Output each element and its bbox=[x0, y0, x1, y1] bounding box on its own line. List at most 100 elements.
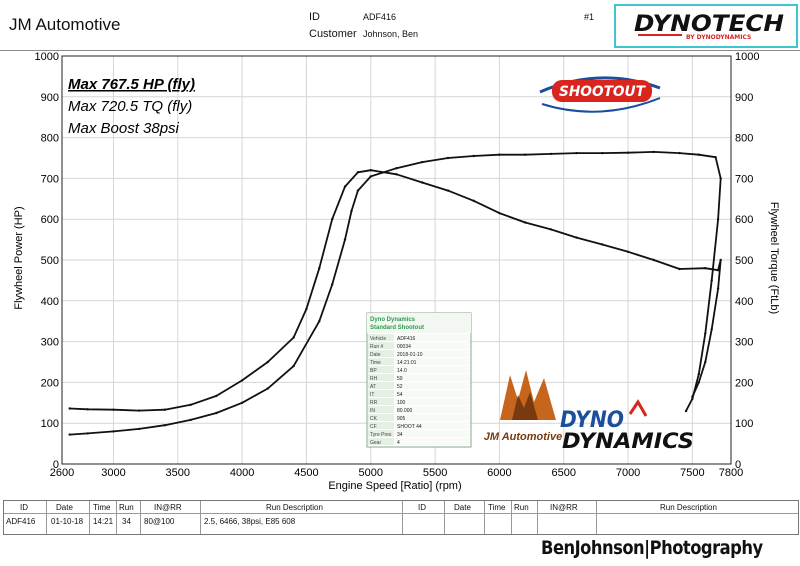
right-y-tick-100: 100 bbox=[735, 418, 753, 430]
torque-point bbox=[215, 394, 218, 398]
table-cell-id: ADF416 bbox=[6, 517, 36, 526]
right-y-tick-900: 900 bbox=[735, 92, 753, 104]
power-point bbox=[704, 332, 707, 335]
power-point bbox=[356, 189, 360, 192]
torque-point bbox=[498, 211, 501, 215]
power-point bbox=[710, 279, 713, 282]
power-point bbox=[684, 409, 688, 413]
torque-point bbox=[678, 267, 681, 271]
power-point bbox=[68, 433, 71, 436]
table-header-run: Run bbox=[119, 503, 134, 512]
torque-point bbox=[710, 328, 713, 331]
table-header-run-description-2: Run Description bbox=[660, 503, 717, 512]
power-point bbox=[549, 152, 553, 156]
power-point bbox=[369, 175, 372, 178]
power-point bbox=[112, 430, 115, 433]
table-header-in-rr: IN@RR bbox=[154, 503, 182, 512]
right-y-tick-300: 300 bbox=[735, 337, 753, 349]
right-y-tick-600: 600 bbox=[735, 214, 753, 226]
torque-point bbox=[691, 395, 694, 398]
table-cell-date: 01-10-18 bbox=[51, 517, 84, 526]
info-row-value-bg bbox=[395, 374, 470, 381]
torque-point bbox=[697, 381, 700, 384]
left-y-tick-400: 400 bbox=[41, 296, 59, 308]
info-row-key: IT bbox=[370, 392, 374, 398]
info-row-value: 52 bbox=[397, 384, 403, 390]
torque-point bbox=[86, 408, 89, 411]
info-row-key: CK bbox=[370, 416, 378, 422]
info-row-value: 14.0 bbox=[397, 368, 407, 374]
info-row-value-bg bbox=[395, 398, 470, 405]
annotation-max-tq: Max 720.5 TQ (fly) bbox=[68, 98, 192, 115]
dynodynamics-logo: DYNO DYNAMICS bbox=[560, 399, 694, 453]
power-point bbox=[138, 427, 141, 431]
left-y-tick-labels: 0 100 200 300 400 500 600 700 800 900 1000 bbox=[35, 51, 59, 471]
x-tick-4000: 4000 bbox=[230, 467, 254, 479]
power-point bbox=[318, 320, 321, 323]
left-y-tick-600: 600 bbox=[41, 214, 59, 226]
dyno-chart: 2600 3000 3500 4000 4500 5000 5500 6000 6500 7000… bbox=[13, 51, 780, 492]
x-tick-6000: 6000 bbox=[487, 467, 511, 479]
table-header-date: Date bbox=[56, 503, 73, 512]
left-y-tick-100: 100 bbox=[41, 418, 59, 430]
torque-point bbox=[189, 403, 192, 406]
info-row-value-bg bbox=[395, 390, 470, 397]
left-y-axis-label: Flywheel Power (HP) bbox=[13, 206, 25, 309]
left-y-tick-700: 700 bbox=[41, 173, 59, 185]
info-row-value: ADF416 bbox=[397, 336, 416, 342]
torque-point bbox=[601, 243, 604, 246]
table-cell-run-description: 2.5, 6466, 38psi, E85 608 bbox=[204, 517, 296, 526]
power-point bbox=[343, 238, 347, 241]
right-y-tick-700: 700 bbox=[735, 173, 753, 185]
torque-point bbox=[112, 408, 115, 411]
info-row-value: 34 bbox=[397, 432, 403, 438]
power-point bbox=[446, 156, 450, 160]
power-point bbox=[266, 387, 269, 390]
torque-point bbox=[240, 379, 244, 382]
left-y-tick-200: 200 bbox=[41, 377, 59, 389]
table-header-time: Time bbox=[93, 503, 111, 512]
info-row-key: Date bbox=[370, 352, 381, 358]
info-row-key: Vehicle bbox=[370, 336, 386, 342]
torque-point bbox=[369, 169, 372, 172]
right-y-axis-label: Flywheel Torque (FtLb) bbox=[768, 202, 780, 314]
x-tick-labels: 2600 3000 3500 4000 4500 5000 5500 6000 6500 7000… bbox=[50, 467, 743, 479]
info-row-key: Tyre Pres bbox=[370, 432, 392, 438]
torque-point bbox=[163, 408, 167, 411]
power-point bbox=[626, 151, 630, 154]
info-row-value: 2018-01-10 bbox=[397, 352, 423, 358]
torque-point bbox=[305, 307, 308, 311]
torque-point bbox=[68, 407, 71, 410]
shootout-logo: SHOOTOUT bbox=[539, 76, 661, 113]
torque-point bbox=[292, 336, 295, 339]
torque-point bbox=[716, 287, 720, 290]
jm-logo-text: JM Automotive bbox=[484, 431, 562, 443]
info-row-key: RH bbox=[370, 376, 378, 382]
table-header-run-2: Run bbox=[514, 503, 529, 512]
power-point bbox=[395, 167, 398, 170]
torque-point bbox=[395, 173, 398, 176]
info-row-value: 54 bbox=[397, 392, 403, 398]
info-row-key: CF bbox=[370, 424, 377, 430]
info-row-value: 100 bbox=[397, 400, 406, 406]
left-y-tick-0: 0 bbox=[53, 459, 59, 471]
right-y-tick-0: 0 bbox=[735, 459, 741, 471]
power-point bbox=[601, 151, 604, 155]
table-header-id: ID bbox=[20, 503, 28, 512]
dyno-logo-line2: DYNAMICS bbox=[562, 429, 694, 453]
torque-point bbox=[421, 181, 424, 184]
x-tick-4500: 4500 bbox=[294, 467, 318, 479]
power-point bbox=[350, 209, 353, 213]
torque-point bbox=[549, 228, 553, 231]
info-row-value-bg bbox=[395, 382, 470, 389]
power-point bbox=[716, 218, 720, 221]
right-y-tick-800: 800 bbox=[735, 133, 753, 145]
info-row-key: IN bbox=[370, 408, 375, 414]
torque-point bbox=[138, 409, 141, 412]
x-tick-5000: 5000 bbox=[359, 467, 383, 479]
left-y-tick-900: 900 bbox=[41, 92, 59, 104]
info-row-value: 00034 bbox=[397, 344, 411, 350]
shootout-info-box: Dyno Dynamics Standard Shootout Vehicle ADF… bbox=[366, 312, 472, 448]
power-point bbox=[652, 150, 655, 154]
power-point bbox=[292, 364, 295, 368]
